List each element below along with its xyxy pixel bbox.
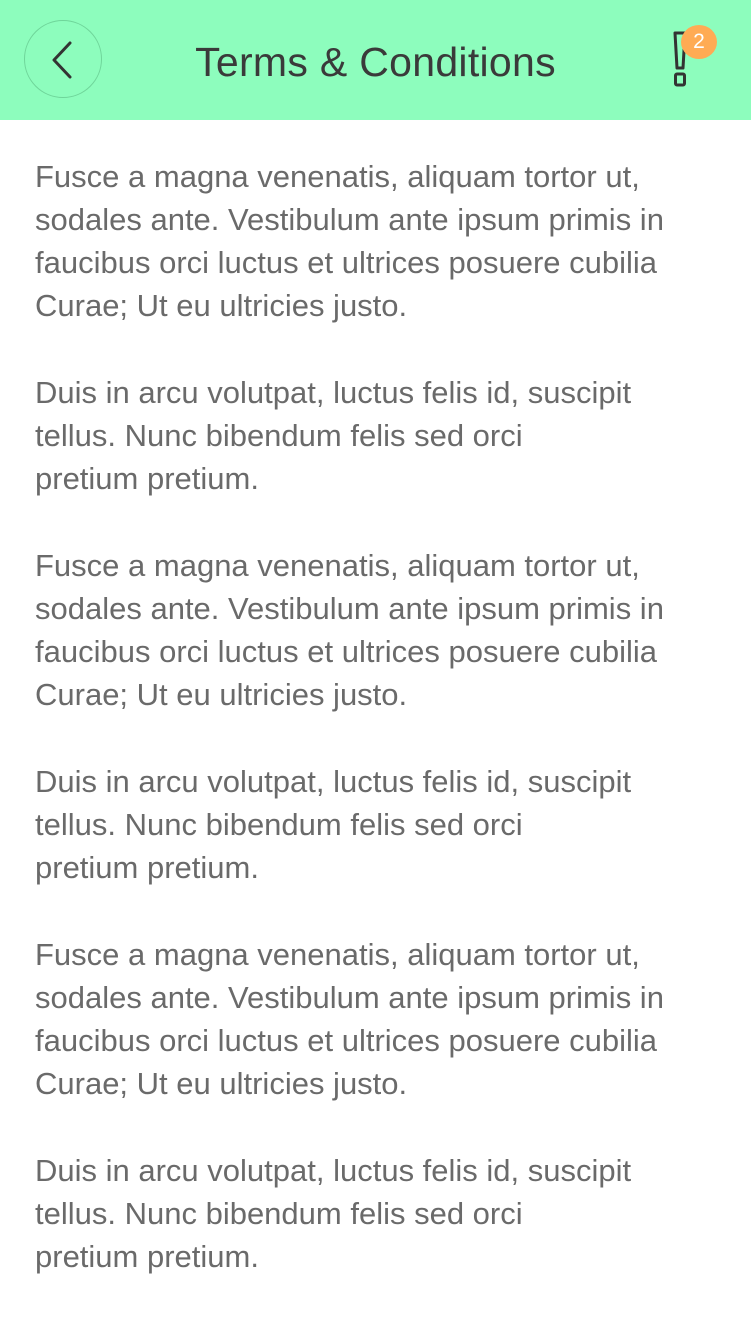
terms-paragraph: Duis in arcu volutpat, luctus felis id, … (35, 1153, 632, 1274)
page-title: Terms & Conditions (195, 39, 556, 85)
terms-paragraph: Fusce a magna venenatis, aliquam tortor … (35, 159, 664, 323)
terms-paragraph: Fusce a magna venenatis, aliquam tortor … (35, 937, 664, 1101)
notification-badge: 2 (681, 25, 717, 59)
terms-paragraph: Duis in arcu volutpat, luctus felis id, … (35, 375, 632, 496)
terms-body: Fusce a magna venenatis, aliquam tortor … (35, 155, 725, 1322)
terms-paragraph: Fusce a magna venenatis, aliquam tortor … (35, 548, 664, 712)
terms-paragraph: Duis in arcu volutpat, luctus felis id, … (35, 764, 632, 885)
top-bar: Terms & Conditions 2 (0, 0, 751, 120)
